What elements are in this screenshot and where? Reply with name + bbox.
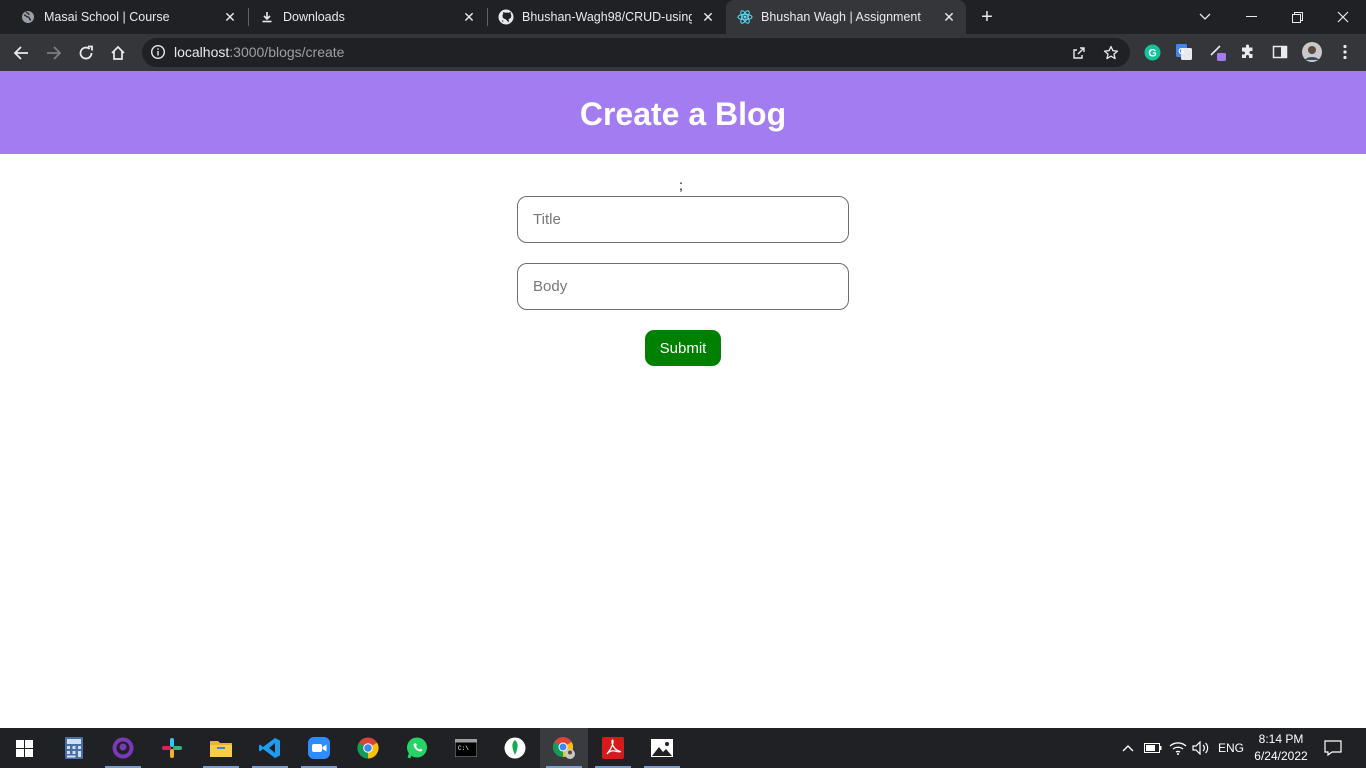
github-icon (498, 9, 514, 25)
page-header: Create a Blog (0, 71, 1366, 154)
show-hidden-icons-button[interactable] (1119, 728, 1137, 768)
tab-title: Downloads (283, 10, 345, 24)
close-icon (1337, 11, 1349, 23)
vscode-icon[interactable] (246, 728, 294, 768)
photos-icon[interactable] (638, 728, 686, 768)
tab-assignment-active[interactable]: Bhushan Wagh | Assignment ✕ (726, 0, 966, 34)
minimize-button[interactable] (1228, 0, 1274, 34)
globe-icon (20, 9, 36, 25)
title-input[interactable] (517, 196, 849, 243)
google-translate-icon[interactable]: G (1175, 43, 1193, 61)
page-title: Create a Blog (579, 96, 787, 132)
bookmark-star-icon[interactable] (1102, 44, 1120, 62)
acrobat-icon[interactable] (589, 728, 637, 768)
clock-date: 6/24/2022 (1254, 749, 1308, 763)
close-window-button[interactable] (1320, 0, 1366, 34)
reload-button[interactable] (74, 41, 98, 65)
chevron-up-icon (1122, 745, 1134, 752)
close-tab-icon[interactable]: ✕ (941, 9, 957, 25)
tab-strip: Masai School | Course ✕ Downloads ✕ Bhus… (0, 0, 1366, 34)
clock[interactable]: 8:14 PM 6/24/2022 (1248, 731, 1314, 765)
arrow-right-icon (47, 46, 62, 60)
share-icon[interactable] (1070, 44, 1088, 62)
body-input[interactable] (517, 263, 849, 310)
clock-time: 8:14 PM (1258, 732, 1304, 746)
github-desktop-icon[interactable] (99, 728, 147, 768)
url-path: :3000/blogs/create (229, 44, 345, 60)
close-tab-icon[interactable]: ✕ (222, 9, 238, 25)
home-button[interactable] (106, 41, 130, 65)
address-bar[interactable]: localhost:3000/blogs/create (142, 38, 1130, 67)
calculator-icon[interactable] (50, 728, 98, 768)
extensions-puzzle-icon[interactable] (1239, 43, 1257, 61)
language-indicator[interactable]: ENG (1214, 728, 1248, 768)
stray-semicolon-text: ; (679, 177, 683, 193)
minimize-icon (1245, 16, 1257, 17)
tab-github-repo[interactable]: Bhushan-Wagh98/CRUD-using-r ✕ (478, 0, 726, 34)
windows-taskbar: C:\ ENG 8:14 PM 6/24/2022 (0, 728, 1366, 768)
close-tab-icon[interactable]: ✕ (700, 9, 716, 25)
zoom-icon[interactable] (295, 728, 343, 768)
whatsapp-icon[interactable] (393, 728, 441, 768)
submit-button[interactable]: Submit (645, 330, 721, 366)
slack-icon[interactable] (148, 728, 196, 768)
tab-search-button[interactable] (1182, 0, 1228, 34)
svg-text:G: G (1178, 47, 1184, 56)
color-picker-icon[interactable] (1209, 43, 1227, 61)
chrome-profile-icon[interactable] (540, 728, 588, 768)
tab-title: Bhushan-Wagh98/CRUD-using-r (522, 10, 692, 24)
battery-icon[interactable] (1142, 728, 1164, 768)
restore-button[interactable] (1274, 0, 1320, 34)
grammarly-icon[interactable]: G (1143, 43, 1161, 61)
restore-icon (1291, 11, 1303, 23)
info-icon[interactable] (150, 44, 166, 60)
svg-text:G: G (1148, 47, 1157, 59)
url-host: localhost (174, 44, 230, 60)
chrome-icon[interactable] (344, 728, 392, 768)
volume-icon[interactable] (1190, 728, 1212, 768)
network-icon[interactable] (1166, 728, 1190, 768)
tab-masai-school[interactable]: Masai School | Course ✕ (0, 0, 248, 34)
page-content: Create a Blog ; Submit (0, 71, 1366, 728)
close-tab-icon[interactable]: ✕ (461, 9, 477, 25)
forward-button[interactable] (42, 41, 66, 65)
svg-text:C:\: C:\ (458, 745, 469, 752)
file-explorer-icon[interactable] (197, 728, 245, 768)
reload-icon (79, 45, 93, 60)
react-icon (737, 9, 753, 25)
terminal-icon[interactable]: C:\ (442, 728, 490, 768)
arrow-left-icon (13, 46, 28, 60)
tab-title: Bhushan Wagh | Assignment (761, 10, 921, 24)
new-tab-button[interactable]: + (976, 6, 998, 28)
profile-avatar[interactable] (1302, 42, 1322, 62)
notifications-icon[interactable] (1318, 728, 1348, 768)
chevron-down-icon (1199, 13, 1211, 20)
download-icon (259, 9, 275, 25)
tab-downloads[interactable]: Downloads ✕ (239, 0, 487, 34)
tab-title: Masai School | Course (44, 10, 170, 24)
url-text: localhost:3000/blogs/create (174, 45, 344, 60)
side-panel-icon[interactable] (1271, 43, 1289, 61)
home-icon (111, 45, 125, 60)
back-button[interactable] (9, 41, 33, 65)
windows-start-icon[interactable] (0, 728, 48, 768)
mongodb-icon[interactable] (491, 728, 539, 768)
browser-toolbar: localhost:3000/blogs/create G G (0, 34, 1366, 71)
menu-kebab-icon[interactable] (1336, 43, 1354, 61)
